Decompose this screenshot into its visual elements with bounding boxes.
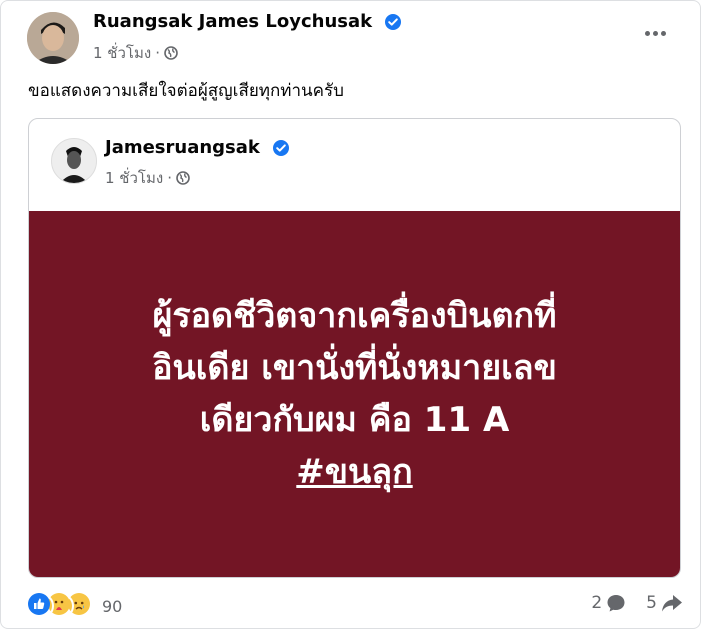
comments-count-button[interactable]: 2 bbox=[591, 593, 626, 613]
engagement-stats: 2 5 bbox=[591, 593, 683, 613]
more-dot-icon bbox=[652, 30, 658, 36]
post-meta: 1 ชั่วโมง · bbox=[93, 41, 178, 65]
like-reaction-icon bbox=[28, 593, 54, 619]
meta-separator: · bbox=[167, 169, 172, 187]
shared-author-avatar[interactable] bbox=[51, 138, 97, 184]
comment-count: 2 bbox=[591, 593, 603, 613]
author-avatar[interactable] bbox=[27, 12, 79, 64]
shared-post-time[interactable]: 1 ชั่วโมง bbox=[105, 166, 163, 190]
text-banner: ผู้รอดชีวิตจากเครื่องบินตกที่ อินเดีย เข… bbox=[29, 211, 680, 577]
banner-line: อินเดีย เขานั่งที่นั่งหมายเลข bbox=[152, 348, 557, 388]
globe-icon bbox=[176, 171, 190, 185]
post-text: ขอแสดงความเสียใจต่อผู้สูญเสียทุกท่านครับ bbox=[28, 81, 344, 101]
post-time[interactable]: 1 ชั่วโมง bbox=[93, 41, 151, 65]
shared-author-name-text[interactable]: Jamesruangsak bbox=[105, 137, 260, 158]
verified-badge-icon bbox=[273, 140, 290, 156]
share-arrow-icon bbox=[662, 595, 682, 612]
globe-icon bbox=[164, 46, 178, 60]
reactions-summary[interactable]: 90 bbox=[28, 593, 122, 619]
author-name[interactable]: Ruangsak James Loychusak bbox=[93, 11, 402, 32]
post-footer: 90 2 5 bbox=[28, 591, 683, 619]
shared-author-name[interactable]: Jamesruangsak bbox=[105, 137, 290, 158]
banner-line: ผู้รอดชีวิตจากเครื่องบินตกที่ bbox=[152, 296, 557, 336]
verified-badge-icon bbox=[385, 14, 402, 30]
more-dot-icon bbox=[660, 30, 666, 36]
comment-icon bbox=[607, 595, 625, 612]
reaction-count: 90 bbox=[102, 596, 123, 616]
facebook-post: Ruangsak James Loychusak 1 ชั่วโมง · ขอแ… bbox=[0, 0, 701, 629]
meta-separator: · bbox=[155, 44, 160, 62]
banner-line: เดียวกับผม คือ 11 A bbox=[199, 400, 510, 440]
hashtag-link[interactable]: #ขนลุก bbox=[296, 446, 412, 498]
share-count: 5 bbox=[646, 593, 657, 613]
more-dot-icon bbox=[644, 30, 650, 36]
more-options-button[interactable] bbox=[640, 23, 670, 43]
shares-count-button[interactable]: 5 bbox=[646, 593, 683, 613]
shared-post-meta: 1 ชั่วโมง · bbox=[105, 166, 190, 190]
author-name-text[interactable]: Ruangsak James Loychusak bbox=[93, 11, 372, 32]
shared-post[interactable]: Jamesruangsak 1 ชั่วโมง · ผู้รอดชีวิตจาก… bbox=[28, 118, 681, 578]
